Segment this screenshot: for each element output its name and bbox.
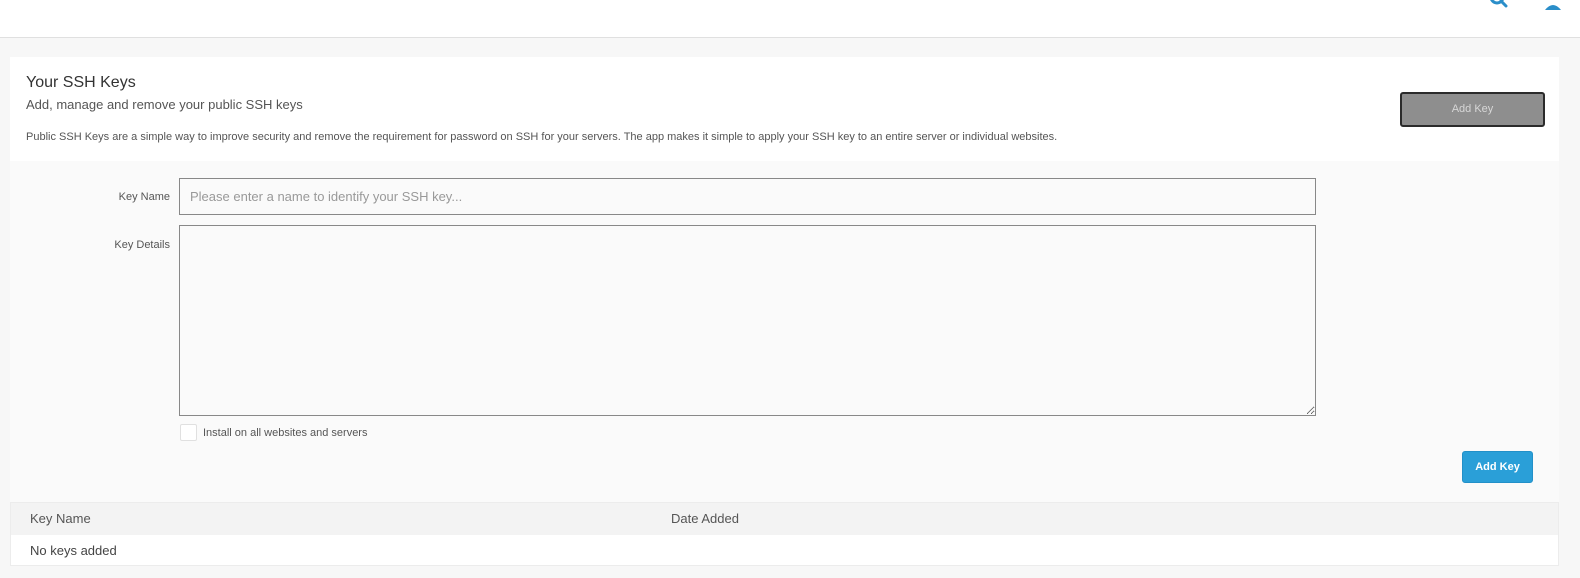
user-icon[interactable] xyxy=(1543,0,1563,17)
key-name-input[interactable] xyxy=(179,178,1316,215)
install-all-checkbox[interactable] xyxy=(180,424,197,441)
install-all-label[interactable]: Install on all websites and servers xyxy=(203,427,367,439)
column-header-key-name[interactable]: Key Name xyxy=(30,511,91,526)
add-key-submit-button[interactable]: Add Key xyxy=(1462,451,1533,483)
ssh-keys-header-panel: Your SSH Keys Add, manage and remove you… xyxy=(10,57,1559,161)
key-details-textarea[interactable] xyxy=(179,225,1316,416)
add-key-form: Key Name Key Details Install on all webs… xyxy=(10,161,1559,502)
add-key-header-button[interactable]: Add Key xyxy=(1400,92,1545,127)
table-header: Key Name Date Added xyxy=(11,503,1558,535)
search-icon[interactable] xyxy=(1488,0,1512,17)
column-header-date-added[interactable]: Date Added xyxy=(671,511,739,526)
page-title: Your SSH Keys xyxy=(26,74,136,91)
ssh-keys-table: Key Name Date Added No keys added xyxy=(10,502,1559,566)
top-bar xyxy=(0,0,1580,38)
key-details-label: Key Details xyxy=(114,239,170,251)
empty-table-message: No keys added xyxy=(30,543,117,558)
page-subtitle: Add, manage and remove your public SSH k… xyxy=(26,97,303,112)
key-name-label: Key Name xyxy=(118,191,170,203)
page-description: Public SSH Keys are a simple way to impr… xyxy=(26,131,1058,143)
